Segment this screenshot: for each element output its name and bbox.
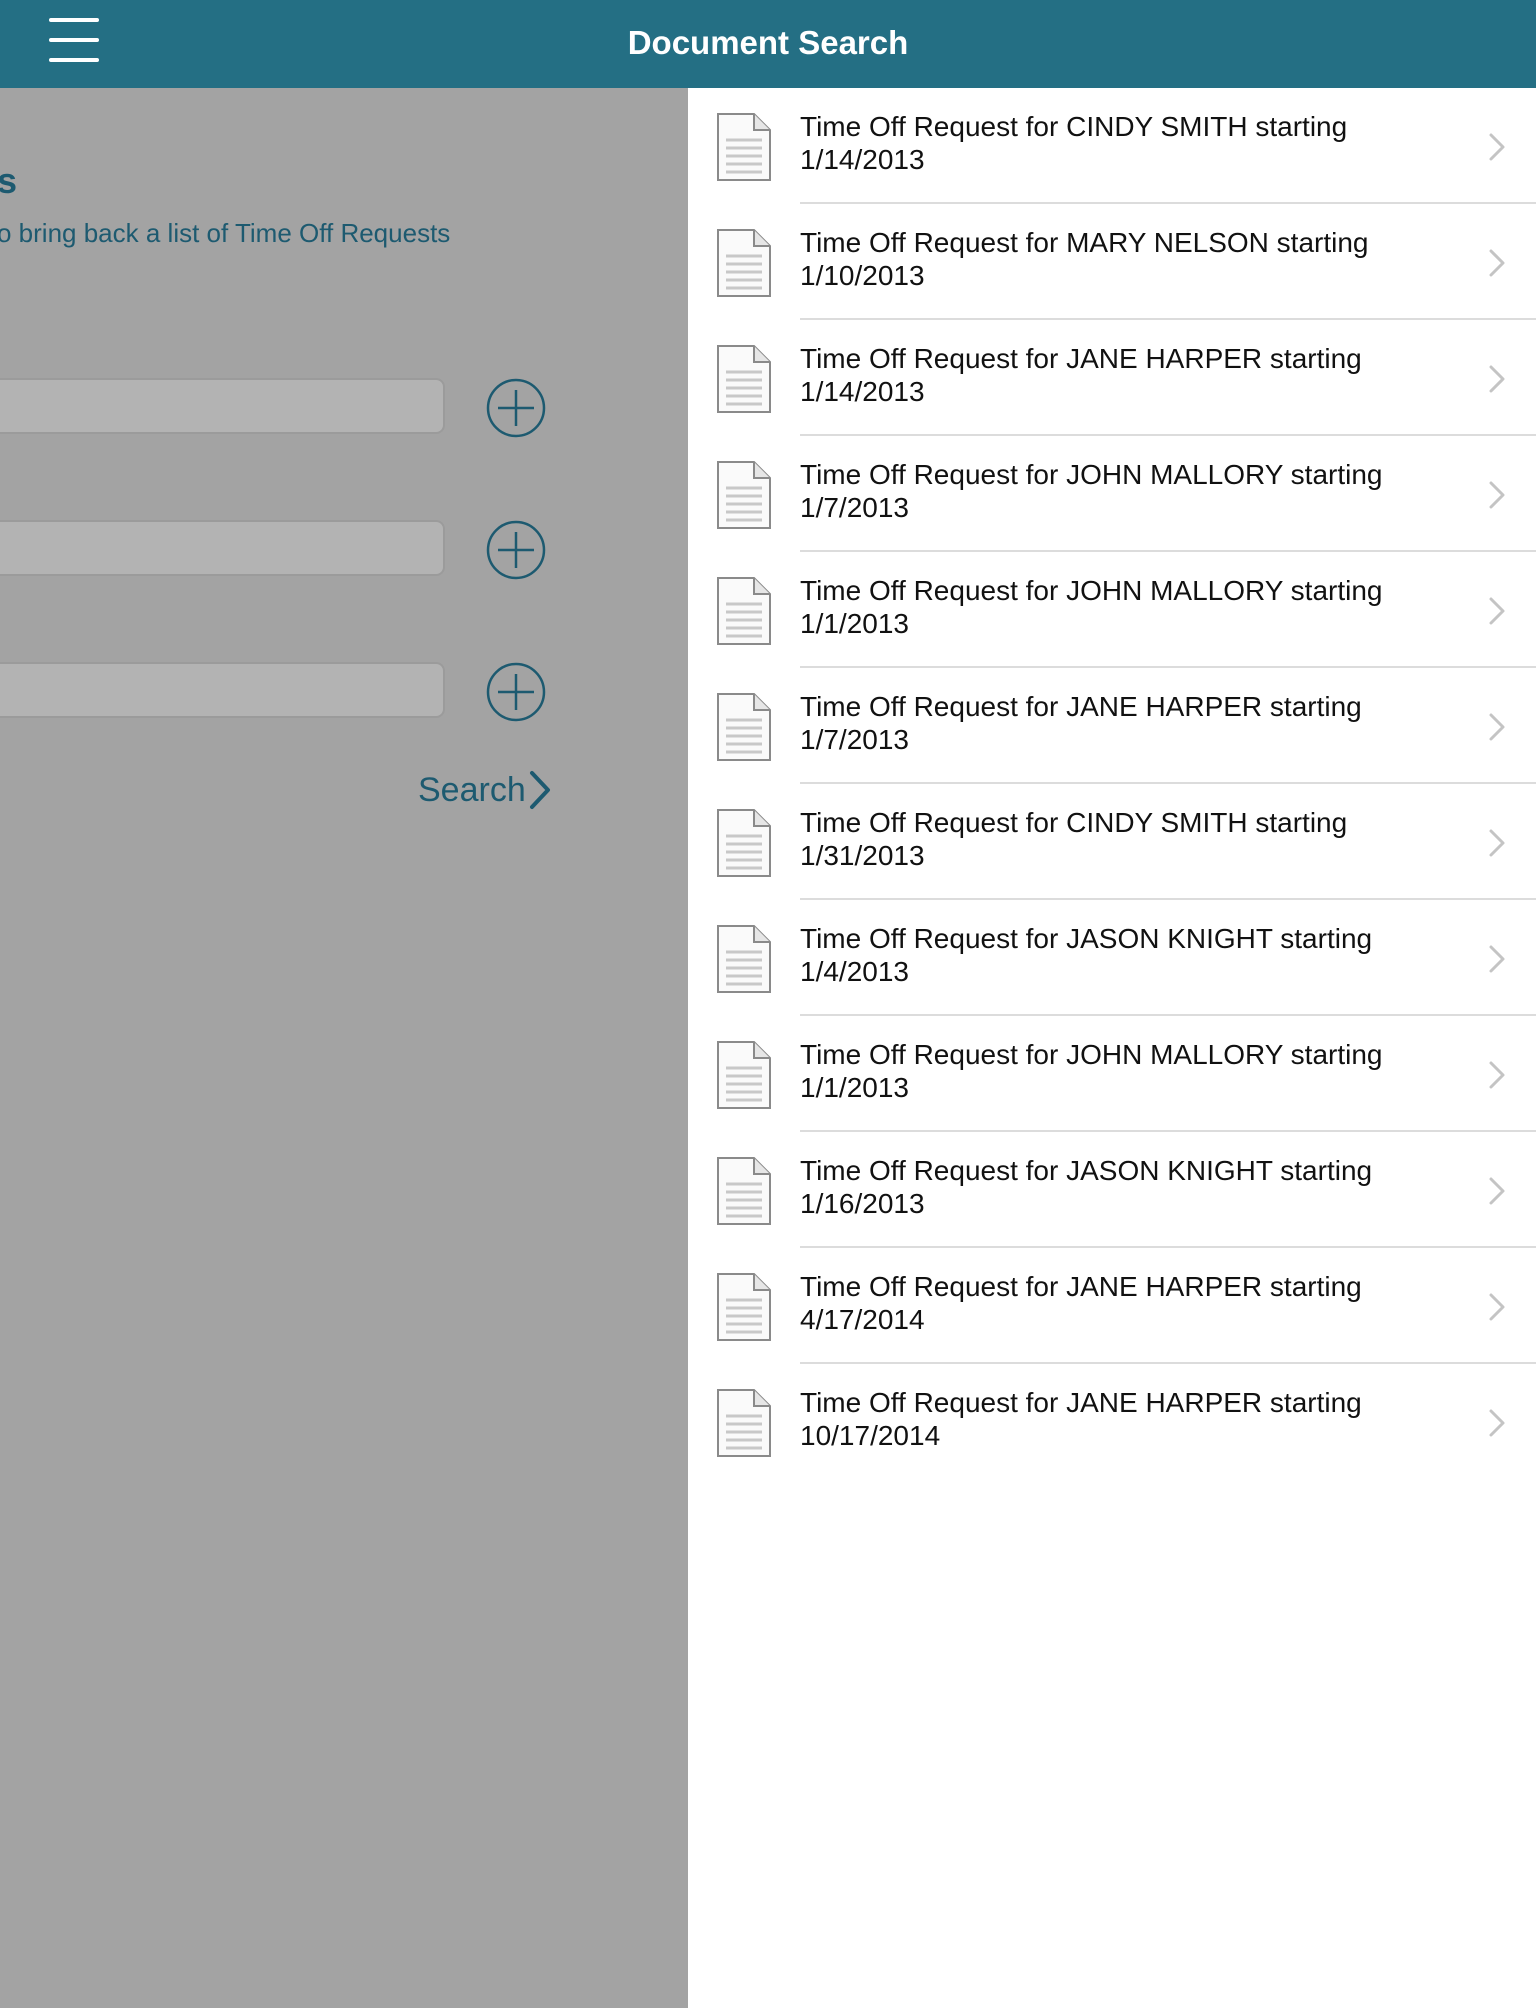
add-circle-icon[interactable] [486, 662, 546, 722]
chevron-right-icon [1489, 1293, 1505, 1321]
list-item-title: Time Off Request for JANE HARPER startin… [800, 343, 1362, 374]
filter-field-3[interactable] [0, 662, 445, 718]
list-item-title: Time Off Request for CINDY SMITH startin… [800, 111, 1348, 142]
list-item-text: Time Off Request for CINDY SMITH startin… [800, 806, 1440, 872]
document-icon [717, 345, 771, 413]
search-button[interactable]: Search [418, 768, 552, 812]
list-item-text: Time Off Request for JOHN MALLORY starti… [800, 1038, 1440, 1104]
chevron-right-icon [1489, 597, 1505, 625]
list-item-text: Time Off Request for MARY NELSON startin… [800, 226, 1440, 292]
document-icon [717, 229, 771, 297]
list-item-date: 1/14/2013 [800, 144, 925, 175]
chevron-right-icon [1489, 133, 1505, 161]
document-icon [717, 1157, 771, 1225]
add-circle-icon[interactable] [486, 378, 546, 438]
document-icon [717, 113, 771, 181]
document-icon [717, 1273, 771, 1341]
list-item-date: 1/14/2013 [800, 376, 925, 407]
list-item-date: 1/1/2013 [800, 608, 909, 639]
chevron-right-icon [1489, 713, 1505, 741]
list-item-title: Time Off Request for JOHN MALLORY starti… [800, 1039, 1383, 1070]
list-item-title: Time Off Request for MARY NELSON startin… [800, 227, 1369, 258]
list-item-date: 1/31/2013 [800, 840, 925, 871]
list-item[interactable]: Time Off Request for JOHN MALLORY starti… [688, 1016, 1536, 1132]
list-item[interactable]: Time Off Request for CINDY SMITH startin… [688, 88, 1536, 204]
document-icon [717, 809, 771, 877]
filter-field-2[interactable] [0, 520, 445, 576]
list-item[interactable]: Time Off Request for MARY NELSON startin… [688, 204, 1536, 320]
list-item[interactable]: Time Off Request for CINDY SMITH startin… [688, 784, 1536, 900]
chevron-right-icon [529, 771, 550, 809]
list-item-title: Time Off Request for JASON KNIGHT starti… [800, 923, 1373, 954]
results-list: Time Off Request for CINDY SMITH startin… [688, 88, 1536, 2008]
filter-field-1[interactable] [0, 378, 445, 434]
list-item-date: 4/17/2014 [800, 1304, 925, 1335]
chevron-right-icon [1489, 481, 1505, 509]
list-item-title: Time Off Request for CINDY SMITH startin… [800, 807, 1348, 838]
list-item-title: Time Off Request for JANE HARPER startin… [800, 1387, 1362, 1418]
chevron-right-icon [1489, 249, 1505, 277]
document-icon [717, 925, 771, 993]
form-heading: s [0, 160, 18, 201]
list-item[interactable]: Time Off Request for JOHN MALLORY starti… [688, 552, 1536, 668]
form-subtitle: o bring back a list of Time Off Requests [0, 218, 451, 248]
list-item-title: Time Off Request for JANE HARPER startin… [800, 1271, 1362, 1302]
list-item-text: Time Off Request for JANE HARPER startin… [800, 1270, 1440, 1336]
document-icon [717, 461, 771, 529]
list-item-date: 1/10/2013 [800, 260, 925, 291]
search-label: Search [418, 770, 526, 809]
chevron-right-icon [1489, 1061, 1505, 1089]
list-item-date: 1/7/2013 [800, 724, 909, 755]
list-item-date: 1/16/2013 [800, 1188, 925, 1219]
list-item-title: Time Off Request for JASON KNIGHT starti… [800, 1155, 1373, 1186]
list-item-date: 1/1/2013 [800, 1072, 909, 1103]
page-title: Document Search [627, 24, 909, 61]
list-item-text: Time Off Request for CINDY SMITH startin… [800, 110, 1440, 176]
list-item-text: Time Off Request for JANE HARPER startin… [800, 690, 1440, 756]
list-item[interactable]: Time Off Request for JANE HARPER startin… [688, 320, 1536, 436]
list-item[interactable]: Time Off Request for JASON KNIGHT starti… [688, 900, 1536, 1016]
list-item-title: Time Off Request for JOHN MALLORY starti… [800, 459, 1383, 490]
list-item-text: Time Off Request for JANE HARPER startin… [800, 342, 1440, 408]
list-item-text: Time Off Request for JASON KNIGHT starti… [800, 1154, 1440, 1220]
list-item-title: Time Off Request for JANE HARPER startin… [800, 691, 1362, 722]
document-icon [717, 693, 771, 761]
nav-bar: Document Search [0, 0, 1536, 88]
list-item-date: 1/4/2013 [800, 956, 909, 987]
list-item[interactable]: Time Off Request for JANE HARPER startin… [688, 1364, 1536, 1480]
list-item[interactable]: Time Off Request for JOHN MALLORY starti… [688, 436, 1536, 552]
list-item-text: Time Off Request for JOHN MALLORY starti… [800, 574, 1440, 640]
chevron-right-icon [1489, 829, 1505, 857]
document-icon [717, 1389, 771, 1457]
list-item[interactable]: Time Off Request for JASON KNIGHT starti… [688, 1132, 1536, 1248]
list-item-date: 10/17/2014 [800, 1420, 941, 1451]
list-item[interactable]: Time Off Request for JANE HARPER startin… [688, 1248, 1536, 1364]
chevron-right-icon [1489, 1177, 1505, 1205]
chevron-right-icon [1489, 1409, 1505, 1437]
chevron-right-icon [1489, 365, 1505, 393]
list-item-text: Time Off Request for JANE HARPER startin… [800, 1386, 1440, 1452]
list-item-text: Time Off Request for JASON KNIGHT starti… [800, 922, 1440, 988]
add-circle-icon[interactable] [486, 520, 546, 580]
document-icon [717, 1041, 771, 1109]
chevron-right-icon [1489, 945, 1505, 973]
list-item-text: Time Off Request for JOHN MALLORY starti… [800, 458, 1440, 524]
list-item[interactable]: Time Off Request for JANE HARPER startin… [688, 668, 1536, 784]
list-item-date: 1/7/2013 [800, 492, 909, 523]
search-form-panel: s o bring back a list of Time Off Reques… [0, 88, 688, 2008]
list-item-title: Time Off Request for JOHN MALLORY starti… [800, 575, 1383, 606]
document-icon [717, 577, 771, 645]
